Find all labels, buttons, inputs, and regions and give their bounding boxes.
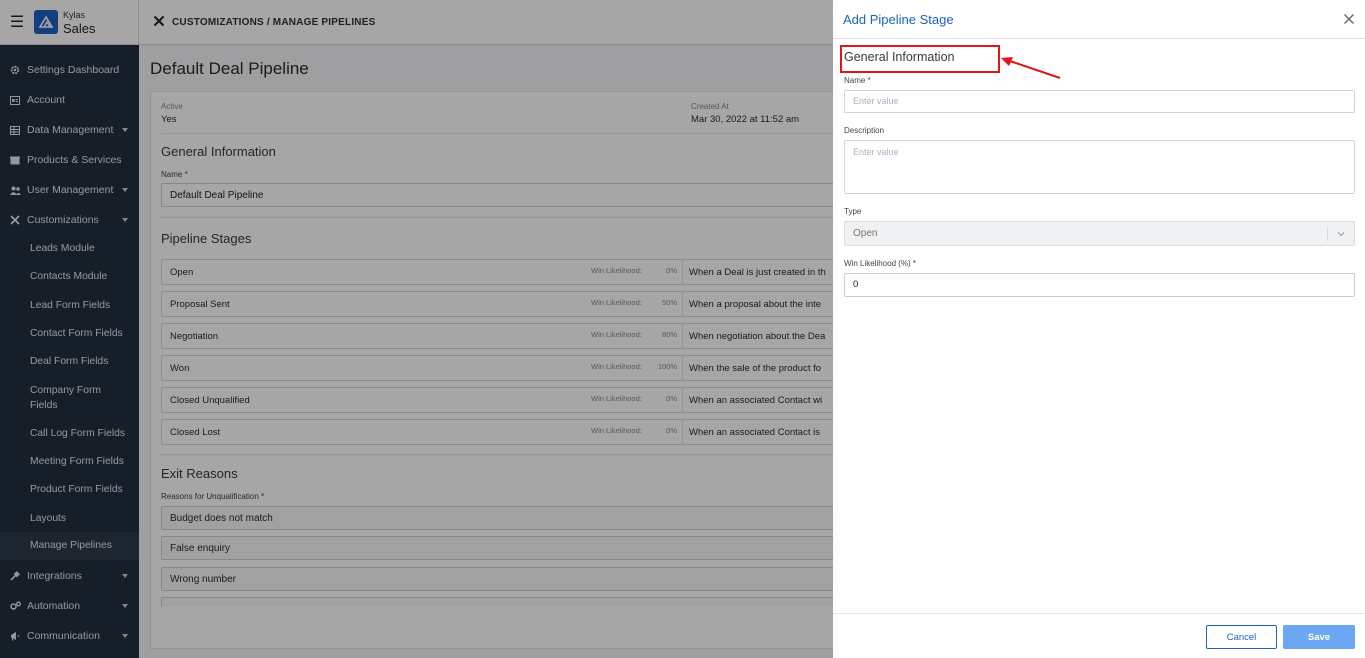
type-value: Open: [853, 228, 878, 239]
panel-title: Add Pipeline Stage: [843, 12, 954, 27]
type-select[interactable]: Open: [844, 221, 1355, 246]
stage-name-input[interactable]: Enter value: [844, 90, 1355, 113]
chevron-down-icon: [1337, 232, 1345, 237]
name-placeholder: Enter value: [853, 96, 899, 106]
panel-header: Add Pipeline Stage: [833, 0, 1365, 39]
close-icon[interactable]: [1341, 11, 1357, 27]
save-button[interactable]: Save: [1283, 625, 1355, 649]
description-textarea[interactable]: Enter value: [844, 140, 1355, 194]
annotation-arrow-icon: [1001, 57, 1061, 79]
win-likelihood-label: Win Likelihood (%) *: [844, 259, 917, 268]
general-info-heading: General Information: [844, 50, 955, 64]
panel-footer: Cancel Save: [833, 613, 1365, 658]
modal-backdrop[interactable]: [0, 0, 833, 658]
win-likelihood-value: 0: [853, 279, 859, 290]
divider: [1327, 227, 1328, 241]
description-label: Description: [844, 126, 885, 135]
name-label: Name *: [844, 76, 871, 85]
cancel-button[interactable]: Cancel: [1206, 625, 1277, 649]
type-label: Type: [844, 207, 862, 216]
win-likelihood-input[interactable]: 0: [844, 273, 1355, 297]
description-placeholder: Enter value: [853, 147, 899, 157]
add-pipeline-stage-panel: Add Pipeline Stage General Information N…: [833, 0, 1365, 658]
